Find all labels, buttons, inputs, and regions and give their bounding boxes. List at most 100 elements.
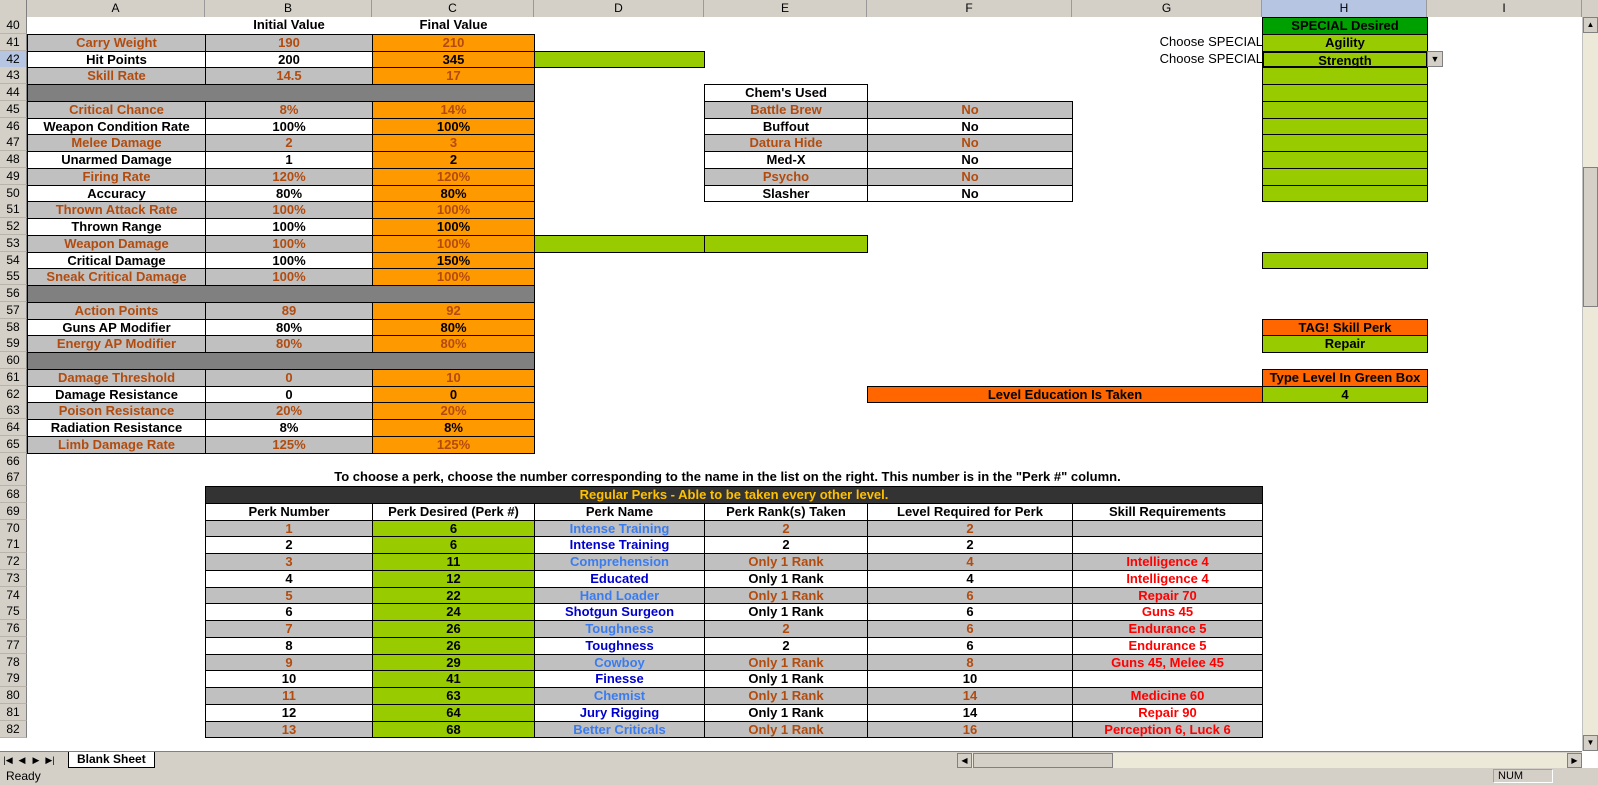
perk-name[interactable]: Intense Training — [534, 519, 705, 538]
row-header-42[interactable]: 42 — [0, 50, 27, 68]
perk-desired-input[interactable]: 68 — [372, 720, 535, 739]
perk-name[interactable]: Cowboy — [534, 653, 705, 672]
stat-initial-value[interactable]: 8% — [205, 419, 373, 437]
perk-ranks-taken[interactable]: Only 1 Rank — [704, 569, 868, 588]
stat-final-value[interactable]: 345 — [372, 50, 535, 69]
stat-initial-value[interactable]: 0 — [205, 368, 373, 387]
row-header-72[interactable]: 72 — [0, 553, 27, 570]
row-header-79[interactable]: 79 — [0, 670, 27, 688]
perk-ranks-taken[interactable]: 2 — [704, 620, 868, 638]
special-choice-cell[interactable] — [1262, 184, 1428, 203]
stat-initial-value[interactable]: 120% — [205, 167, 373, 186]
perk-skill-requirements[interactable]: Perception 6, Luck 6 — [1072, 720, 1263, 739]
row-header-75[interactable]: 75 — [0, 603, 27, 621]
perk-ranks-taken[interactable]: 2 — [704, 519, 868, 538]
stat-label[interactable]: Radiation Resistance — [27, 419, 206, 437]
perk-skill-requirements[interactable] — [1072, 519, 1263, 538]
perk-table-header[interactable]: Perk Desired (Perk #) — [372, 502, 535, 521]
perk-level-required[interactable]: 16 — [867, 720, 1073, 739]
initial-value-header[interactable]: Initial Value — [205, 17, 373, 35]
special-choice-cell[interactable] — [1262, 134, 1428, 152]
column-header-d[interactable]: D — [534, 0, 704, 17]
chem-name[interactable]: Psycho — [704, 167, 868, 186]
horizontal-scrollbar[interactable]: ◀ ▶ — [957, 753, 1582, 768]
scroll-down-arrow-icon[interactable]: ▼ — [1583, 735, 1598, 751]
stat-initial-value[interactable]: 190 — [205, 33, 373, 52]
perk-desired-input[interactable]: 26 — [372, 636, 535, 655]
perk-instruction-text[interactable]: To choose a perk, choose the number corr… — [27, 469, 1428, 487]
perk-table-header[interactable]: Perk Rank(s) Taken — [704, 502, 868, 521]
special-choice-cell[interactable] — [1262, 151, 1428, 169]
type-level-label[interactable]: Type Level In Green Box — [1262, 368, 1428, 387]
stat-final-value[interactable]: 80% — [372, 318, 535, 337]
perk-ranks-taken[interactable]: 2 — [704, 536, 868, 554]
row-header-78[interactable]: 78 — [0, 653, 27, 671]
row-header-58[interactable]: 58 — [0, 318, 27, 336]
perk-ranks-taken[interactable]: 2 — [704, 636, 868, 655]
perk-skill-requirements[interactable] — [1072, 670, 1263, 688]
perk-desired-input[interactable]: 24 — [372, 603, 535, 621]
stat-label[interactable]: Limb Damage Rate — [27, 435, 206, 454]
perk-level-required[interactable]: 6 — [867, 636, 1073, 655]
row-header-77[interactable]: 77 — [0, 636, 27, 654]
perk-table-header[interactable]: Perk Name — [534, 502, 705, 521]
last-sheet-icon[interactable]: ▶| — [44, 752, 56, 768]
row-header-41[interactable]: 41 — [0, 33, 27, 51]
perk-desired-input[interactable]: 29 — [372, 653, 535, 672]
chem-used-value[interactable]: No — [867, 151, 1073, 169]
perk-desired-input[interactable]: 11 — [372, 553, 535, 571]
perk-number[interactable]: 8 — [205, 636, 373, 655]
perk-level-required[interactable]: 4 — [867, 553, 1073, 571]
row-header-63[interactable]: 63 — [0, 402, 27, 420]
perk-ranks-taken[interactable]: Only 1 Rank — [704, 603, 868, 621]
vertical-scroll-thumb[interactable] — [1583, 167, 1598, 307]
stat-initial-value[interactable]: 80% — [205, 335, 373, 353]
vertical-scrollbar[interactable]: ▲ ▼ — [1582, 17, 1598, 751]
perk-skill-requirements[interactable]: Intelligence 4 — [1072, 553, 1263, 571]
stat-initial-value[interactable]: 2 — [205, 134, 373, 152]
perk-number[interactable]: 11 — [205, 687, 373, 705]
perk-table-header[interactable]: Skill Requirements — [1072, 502, 1263, 521]
perk-ranks-taken[interactable]: Only 1 Rank — [704, 670, 868, 688]
perk-number[interactable]: 3 — [205, 553, 373, 571]
perk-number[interactable]: 13 — [205, 720, 373, 739]
row-header-56[interactable]: 56 — [0, 285, 27, 302]
level-education-label[interactable]: Level Education Is Taken — [867, 385, 1263, 404]
stat-initial-value[interactable]: 100% — [205, 268, 373, 286]
special-choice-cell[interactable] — [1262, 251, 1428, 270]
stat-label[interactable]: Weapon Damage — [27, 234, 206, 253]
perk-skill-requirements[interactable]: Guns 45, Melee 45 — [1072, 653, 1263, 672]
chem-name[interactable]: Battle Brew — [704, 100, 868, 119]
stat-final-value[interactable]: 100% — [372, 234, 535, 253]
perk-name[interactable]: Toughness — [534, 636, 705, 655]
perk-desired-input[interactable]: 26 — [372, 620, 535, 638]
stat-final-value[interactable]: 0 — [372, 385, 535, 404]
stat-final-value[interactable]: 100% — [372, 218, 535, 236]
row-header-74[interactable]: 74 — [0, 586, 27, 604]
special-choice-cell[interactable]: Strength — [1262, 50, 1428, 69]
stat-initial-value[interactable]: 100% — [205, 218, 373, 236]
stat-label[interactable]: Hit Points — [27, 50, 206, 69]
perk-name[interactable]: Better Criticals — [534, 720, 705, 739]
perk-name[interactable]: Shotgun Surgeon — [534, 603, 705, 621]
stat-label[interactable]: Accuracy — [27, 184, 206, 203]
perk-name[interactable]: Hand Loader — [534, 586, 705, 605]
perk-level-required[interactable]: 2 — [867, 519, 1073, 538]
row-header-47[interactable]: 47 — [0, 134, 27, 152]
column-header-f[interactable]: F — [867, 0, 1072, 17]
row-header-67[interactable]: 67 — [0, 469, 27, 487]
row-header-52[interactable]: 52 — [0, 218, 27, 235]
perk-number[interactable]: 1 — [205, 519, 373, 538]
stat-final-value[interactable]: 17 — [372, 67, 535, 85]
special-desired-header[interactable]: SPECIAL Desired — [1262, 17, 1428, 35]
stat-final-value[interactable]: 150% — [372, 251, 535, 270]
row-header-66[interactable]: 66 — [0, 452, 27, 470]
stat-label[interactable]: Weapon Condition Rate — [27, 117, 206, 136]
regular-perks-banner[interactable]: Regular Perks - Able to be taken every o… — [205, 486, 1263, 504]
scroll-left-arrow-icon[interactable]: ◀ — [957, 753, 972, 768]
row-header-73[interactable]: 73 — [0, 569, 27, 587]
perk-level-required[interactable]: 10 — [867, 670, 1073, 688]
row-header-68[interactable]: 68 — [0, 486, 27, 503]
column-header-a[interactable]: A — [27, 0, 205, 17]
perk-desired-input[interactable]: 64 — [372, 703, 535, 722]
